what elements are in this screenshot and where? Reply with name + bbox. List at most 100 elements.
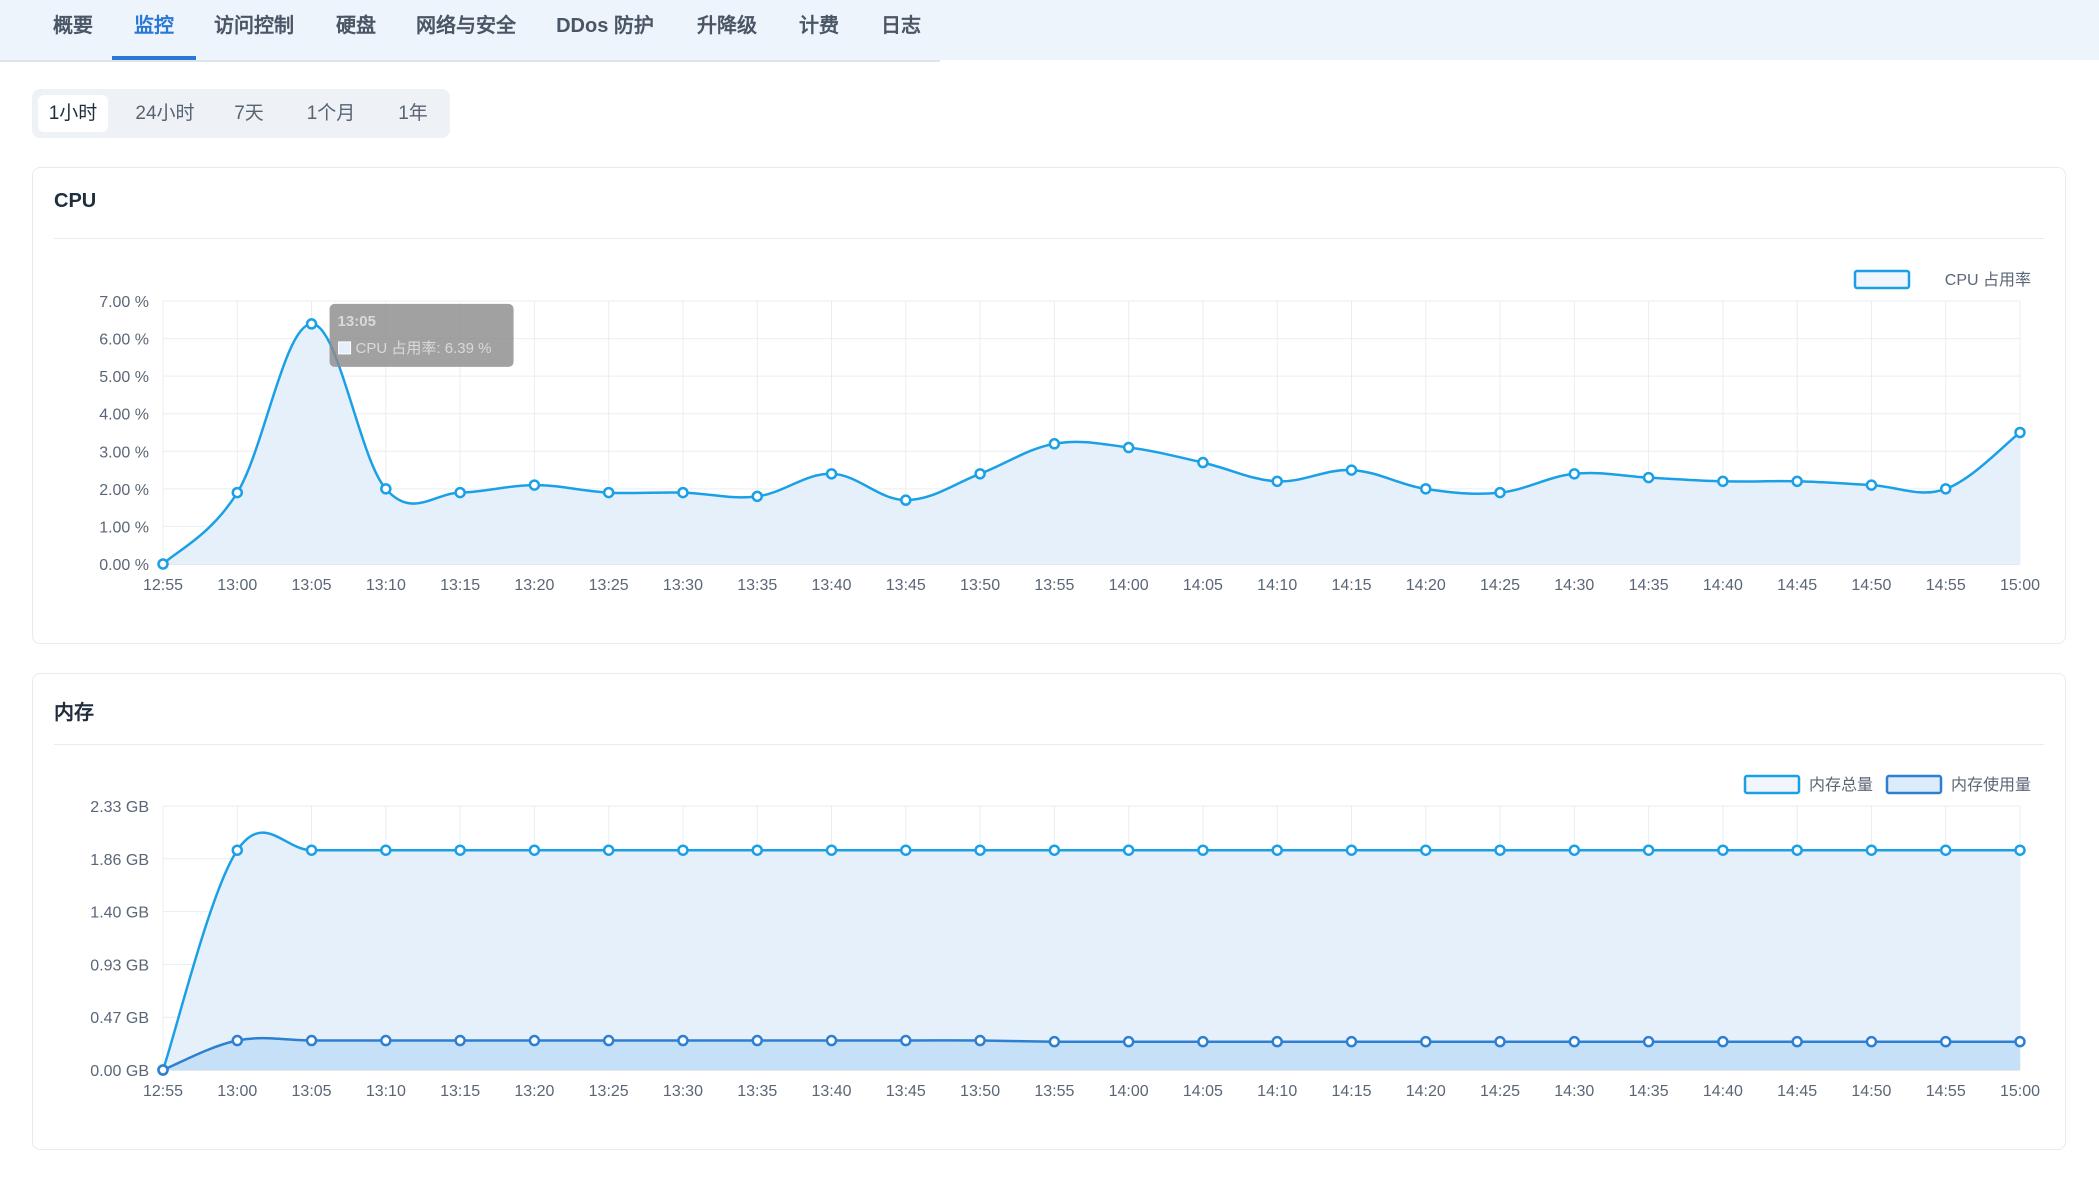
data-point [1122, 441, 1135, 454]
memory-chart[interactable]: 0.00 GB 0.47 GB 0.93 GB 1.40 GB 1.86 GB 2.33 … [33, 674, 2065, 1149]
legend-swatch [1853, 269, 1911, 290]
x-tick-label: 14:45 [1777, 577, 1817, 594]
tab-ddos[interactable]: DDos 防护 [546, 0, 664, 58]
x-tick-label: 13:05 [292, 1083, 332, 1100]
data-point [1271, 1035, 1283, 1048]
x-tick-label: 13:40 [811, 1083, 851, 1100]
data-point [1122, 1035, 1135, 1048]
data-point [1717, 475, 1729, 488]
tooltip-value: CPU 占用率: 6.39 % [356, 340, 492, 357]
range-1m-button[interactable]: 1个月 [294, 95, 368, 132]
x-tick-label: 13:35 [737, 1083, 777, 1100]
x-tick-label: 14:50 [1851, 1083, 1891, 1100]
legend-swatch [1743, 774, 1801, 795]
x-tick-label: 14:25 [1480, 577, 1520, 594]
data-point [1494, 1035, 1506, 1048]
x-tick-label: 13:40 [811, 577, 851, 594]
x-tick-label: 14:35 [1629, 577, 1669, 594]
data-point [900, 844, 912, 856]
x-tick-label: 14:55 [1926, 1083, 1966, 1100]
x-tick-label: 13:50 [960, 1083, 1000, 1100]
data-point [677, 1034, 689, 1047]
data-point [380, 844, 392, 856]
data-point [231, 1034, 244, 1047]
data-point [2014, 844, 2026, 856]
data-point [1048, 844, 1061, 856]
data-point [1865, 1035, 1878, 1048]
y-tick-label: 2.00 % [99, 482, 149, 499]
data-point [454, 1034, 466, 1047]
y-tick-label: 4.00 % [99, 407, 149, 424]
data-point [1568, 844, 1581, 856]
data-point [1865, 844, 1878, 856]
data-point [231, 486, 244, 499]
data-point [1791, 844, 1803, 856]
data-point [528, 1034, 541, 1047]
x-tick-label: 14:35 [1629, 1083, 1669, 1100]
y-tick-label: 0.00 % [99, 557, 149, 574]
series-area [163, 832, 2020, 1070]
tab-billing[interactable]: 计费 [786, 0, 852, 58]
data-point [1642, 1035, 1655, 1048]
x-tick-label: 13:15 [440, 1083, 480, 1100]
top-tab-bar: 概要 监控 访问控制 硬盘 网络与安全 DDos 防护 升降级 计费 日志 [0, 0, 2099, 62]
tab-network-security[interactable]: 网络与安全 [410, 0, 522, 58]
data-point [1197, 1035, 1209, 1048]
x-tick-label: 14:10 [1257, 1083, 1297, 1100]
x-tick-label: 15:00 [2000, 577, 2040, 594]
x-tick-label: 13:10 [366, 577, 406, 594]
range-7d-button[interactable]: 7天 [218, 95, 280, 132]
tab-disk[interactable]: 硬盘 [318, 0, 394, 58]
data-point [825, 844, 838, 856]
memory-card: 内存 0.00 GB 0.47 GB 0.93 GB 1.40 GB 1.86 GB 2.… [32, 673, 2066, 1150]
data-point [305, 1034, 318, 1047]
data-point [974, 844, 986, 856]
cpu-chart[interactable]: 0.00 % 1.00 % 2.00 % 3.00 % 4.00 % 5.00 % 6.00… [33, 168, 2065, 643]
tab-upgrade[interactable]: 升降级 [688, 0, 766, 58]
data-point [751, 1034, 763, 1047]
data-point [2014, 426, 2026, 439]
x-tick-label: 15:00 [2000, 1083, 2040, 1100]
data-point [602, 844, 615, 856]
x-tick-label: 13:45 [886, 1083, 926, 1100]
x-tick-label: 12:55 [143, 1083, 183, 1100]
x-tick-label: 14:10 [1257, 577, 1297, 594]
data-point [1494, 486, 1506, 499]
range-1y-button[interactable]: 1年 [382, 95, 444, 132]
data-point [454, 486, 466, 499]
tab-overview[interactable]: 概要 [38, 0, 108, 58]
data-point [1420, 483, 1432, 495]
data-point [1420, 844, 1432, 856]
data-point [1048, 438, 1061, 450]
data-point [1791, 1035, 1803, 1048]
x-tick-label: 13:25 [589, 1083, 629, 1100]
x-tick-label: 14:15 [1331, 1083, 1371, 1100]
data-point [1642, 844, 1655, 856]
x-tick-label: 13:15 [440, 577, 480, 594]
tab-monitor[interactable]: 监控 [112, 0, 196, 58]
data-point [305, 844, 318, 856]
data-point [1939, 1035, 1952, 1048]
x-tick-label: 13:30 [663, 1083, 703, 1100]
data-point [231, 844, 244, 856]
tab-access-control[interactable]: 访问控制 [208, 0, 300, 58]
legend-label: 内存使用量 [1951, 776, 2031, 794]
y-tick-label: 0.93 GB [90, 957, 149, 974]
x-tick-label: 14:30 [1554, 577, 1594, 594]
data-point [157, 558, 169, 570]
data-point [602, 486, 615, 499]
tab-logs[interactable]: 日志 [868, 0, 934, 58]
range-1h-button[interactable]: 1小时 [38, 95, 108, 132]
range-24h-button[interactable]: 24小时 [126, 95, 204, 132]
data-point [1568, 1035, 1581, 1048]
y-tick-label: 3.00 % [99, 444, 149, 461]
x-tick-label: 14:05 [1183, 1083, 1223, 1100]
x-tick-label: 14:50 [1851, 577, 1891, 594]
data-point [1271, 844, 1283, 856]
x-tick-label: 12:55 [143, 577, 183, 594]
x-tick-label: 14:45 [1777, 1083, 1817, 1100]
active-tab-indicator [112, 56, 196, 60]
data-point [1865, 479, 1878, 491]
cpu-card: CPU 0.00 % 1.00 % 2.00 % 3.00 % 4.00 % 5.00 %… [32, 167, 2066, 644]
x-tick-label: 13:25 [589, 577, 629, 594]
